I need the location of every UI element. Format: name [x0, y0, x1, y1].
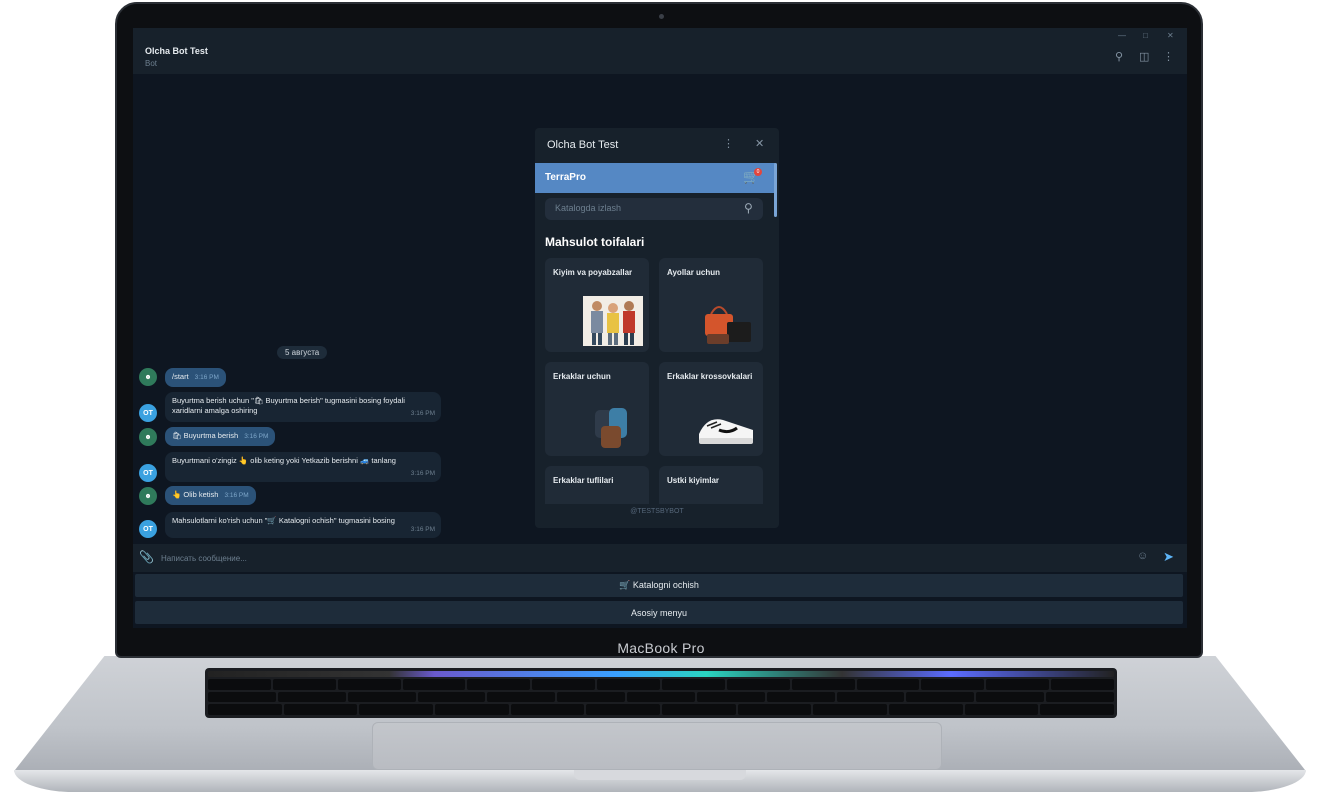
- scrollbar[interactable]: [774, 163, 777, 217]
- message-out[interactable]: 👆 Olib ketish 3:16 PM: [165, 486, 256, 505]
- category-card[interactable]: Erkaklar uchun: [545, 362, 649, 456]
- close-window-icon[interactable]: ✕: [1167, 31, 1174, 40]
- laptop-lid: MacBook Pro Olcha Bot Test Bot — □ ✕ ⚲ ◫…: [115, 2, 1203, 658]
- minimize-icon[interactable]: —: [1118, 31, 1126, 40]
- message-in[interactable]: Buyurtma berish uchun "🛍 Buyurtma berish…: [165, 392, 441, 422]
- handbag-image: [705, 306, 751, 344]
- trackpad: [372, 722, 942, 770]
- camera-icon: [659, 14, 664, 19]
- laptop-mockup: MacBook Pro Olcha Bot Test Bot — □ ✕ ⚲ ◫…: [0, 0, 1322, 800]
- mini-app-panel: Olcha Bot Test ⋮ ✕ TerraPro 🛒 0 ⚲ Mahsul…: [535, 128, 779, 528]
- category-label: Kiyim va poyabzallar: [553, 268, 633, 277]
- date-separator: 5 августа: [277, 346, 328, 359]
- send-icon[interactable]: ➤: [1163, 549, 1174, 565]
- chat-title[interactable]: Olcha Bot Test: [145, 46, 208, 56]
- message-out[interactable]: /start 3:16 PM: [165, 368, 226, 387]
- user-avatar[interactable]: ☻: [139, 428, 157, 446]
- mini-app-header: Olcha Bot Test ⋮ ✕: [535, 128, 779, 161]
- sneaker-image: [699, 419, 753, 444]
- catalog-button[interactable]: 🛒 Katalogni ochish: [135, 574, 1183, 597]
- message-out[interactable]: 🛍 Buyurtma berish 3:16 PM: [165, 427, 276, 446]
- store-bar: TerraPro 🛒 0: [535, 163, 775, 193]
- telegram-window: Olcha Bot Test Bot — □ ✕ ⚲ ◫ ⋮ 5 августа…: [133, 28, 1187, 628]
- category-card[interactable]: Ayollar uchun: [659, 258, 763, 352]
- category-card[interactable]: Erkaklar krossovkalari: [659, 362, 763, 456]
- category-label: Erkaklar krossovkalari: [667, 372, 753, 381]
- message-in[interactable]: Buyurtmani o'zingiz 👆 olib keting yoki Y…: [165, 452, 441, 482]
- search-icon[interactable]: ⚲: [1115, 50, 1123, 63]
- message-in[interactable]: Mahsulotlarni ko'rish uchun "🛒 Katalogni…: [165, 512, 441, 538]
- maximize-icon[interactable]: □: [1143, 31, 1148, 40]
- category-grid: Kiyim va poyabzallar Ayollar uchun Erkak…: [545, 258, 765, 504]
- emoji-icon[interactable]: ☺: [1137, 550, 1148, 562]
- backpack-image: [595, 408, 627, 448]
- message-input[interactable]: [161, 552, 1061, 564]
- catalog-search-input[interactable]: [555, 203, 725, 213]
- columns-icon[interactable]: ◫: [1139, 50, 1149, 63]
- user-avatar[interactable]: ☻: [139, 487, 157, 505]
- category-card[interactable]: Erkaklar tuflilari: [545, 466, 649, 504]
- cart-badge: 0: [754, 168, 762, 176]
- category-label: Erkaklar tuflilari: [553, 476, 614, 485]
- more-icon[interactable]: ⋮: [1163, 50, 1174, 63]
- lid-notch: [574, 770, 746, 780]
- keyboard: [205, 668, 1117, 718]
- category-card[interactable]: Kiyim va poyabzallar: [545, 258, 649, 352]
- category-label: Erkaklar uchun: [553, 372, 611, 381]
- paperclip-icon[interactable]: 📎: [139, 550, 154, 564]
- section-title: Mahsulot toifalari: [545, 235, 645, 249]
- bot-avatar[interactable]: OT: [139, 404, 157, 422]
- main-menu-button[interactable]: Asosiy menyu: [135, 601, 1183, 624]
- close-icon[interactable]: ✕: [755, 137, 764, 150]
- mini-app-title: Olcha Bot Test: [547, 139, 619, 151]
- chat-header: Olcha Bot Test Bot — □ ✕ ⚲ ◫ ⋮: [133, 28, 1187, 74]
- catalog-search: ⚲: [545, 198, 763, 220]
- bot-avatar[interactable]: OT: [139, 520, 157, 538]
- laptop-brand: MacBook Pro: [617, 640, 705, 656]
- category-label: Ayollar uchun: [667, 268, 721, 277]
- category-label: Ustki kiyimlar: [667, 476, 720, 485]
- bot-username: @TESTSBYBOT: [630, 508, 684, 515]
- more-icon[interactable]: ⋮: [723, 137, 734, 150]
- clothing-image: [583, 296, 643, 346]
- bot-avatar[interactable]: OT: [139, 464, 157, 482]
- category-card[interactable]: Ustki kiyimlar: [659, 466, 763, 504]
- search-icon[interactable]: ⚲: [744, 201, 753, 215]
- store-name[interactable]: TerraPro: [545, 172, 586, 183]
- user-avatar[interactable]: ☻: [139, 368, 157, 386]
- touch-bar: [208, 671, 1114, 677]
- chat-subtitle: Bot: [145, 59, 158, 68]
- message-composer: 📎 ☺ ➤: [133, 544, 1187, 572]
